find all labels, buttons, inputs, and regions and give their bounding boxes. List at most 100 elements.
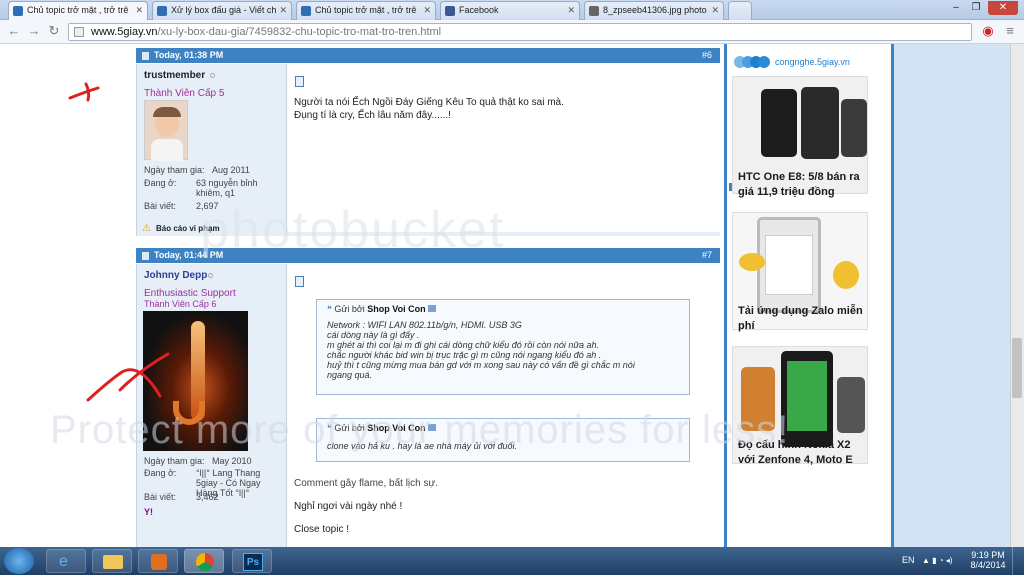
- posts-label: Bài viết:: [144, 492, 177, 502]
- ie-icon: e: [59, 553, 68, 570]
- phone-image: [841, 99, 867, 157]
- media-player-icon: [151, 554, 167, 570]
- yahoo-icon[interactable]: Y!: [144, 507, 153, 517]
- tab-2[interactable]: Xử lý box đấu giá - Viết ch ✕: [152, 1, 292, 20]
- taskbar: e Ps EN ▲ ▮ ◔ ◂) 9:19 PM 8/4/2014: [0, 547, 1024, 575]
- mascot-icon: [833, 261, 859, 289]
- post-line: Đụng tí là cry, Ếch lâu năm đây......!: [294, 110, 451, 121]
- brand-logo-icon: [734, 56, 772, 68]
- post-doc-icon: [295, 276, 304, 287]
- chrome-taskbar-button[interactable]: [184, 549, 224, 573]
- chat-screen: [765, 235, 813, 295]
- opera-extension-icon[interactable]: ◉: [980, 23, 996, 39]
- close-tab-icon[interactable]: ✕: [711, 5, 719, 16]
- url-path: /xu-ly-box-dau-gia/7459832-chu-topic-tro…: [157, 26, 442, 38]
- reload-icon[interactable]: ↻: [46, 23, 62, 39]
- quote-block-1: ❝ Gửi bởi Shop Voi Con Network : WIFI LA…: [316, 299, 690, 395]
- chrome-icon: [196, 553, 214, 571]
- tab-1[interactable]: Chủ topic trở mặt , trở trê ✕: [8, 1, 148, 21]
- close-window-icon[interactable]: ✕: [988, 1, 1018, 15]
- article-title-2[interactable]: Tải ứng dụng Zalo miễn phí: [738, 304, 868, 334]
- offline-status-icon: [208, 273, 213, 278]
- tab-bar: Chủ topic trở mặt , trở trê ✕ Xử lý box đ…: [0, 0, 1024, 21]
- photoshop-taskbar-button[interactable]: Ps: [232, 549, 272, 573]
- post-number[interactable]: #6: [702, 50, 712, 60]
- joined-value: May 2010: [212, 456, 252, 466]
- tab-4[interactable]: Facebook ✕: [440, 1, 580, 20]
- tab-label: Chủ topic trở mặt , trở trê: [27, 5, 129, 15]
- clock-date: 8/4/2014: [970, 560, 1006, 570]
- location-label: Đang ở:: [144, 468, 177, 478]
- handwritten-marks: [68, 82, 170, 402]
- mascot-icon: [739, 253, 765, 271]
- photobucket-icon: [589, 6, 599, 16]
- clock-time: 9:19 PM: [971, 550, 1005, 560]
- post-time: Today, 01:38 PM: [154, 50, 224, 60]
- phone-image: [837, 377, 865, 433]
- site-favicon-icon: [157, 6, 167, 16]
- tab-label: Facebook: [459, 5, 499, 15]
- view-post-icon[interactable]: [428, 305, 437, 312]
- close-tab-icon[interactable]: ✕: [279, 5, 287, 16]
- site-favicon-icon: [301, 6, 311, 16]
- forward-icon[interactable]: →: [26, 23, 42, 39]
- post-number[interactable]: #7: [702, 250, 712, 260]
- phone-image: [801, 87, 839, 159]
- show-desktop-button[interactable]: [1012, 547, 1024, 575]
- quote-header: ❝ Gửi bởi Shop Voi Con: [327, 304, 437, 315]
- close-tab-icon[interactable]: ✕: [135, 5, 143, 16]
- close-tab-icon[interactable]: ✕: [567, 5, 575, 16]
- tab-label: 8_zpseeb41306.jpg photo: [603, 5, 707, 15]
- page-icon: [74, 27, 84, 37]
- mod-comment: Close topic !: [294, 524, 350, 535]
- post-6-header: Today, 01:38 PM #6: [136, 48, 720, 63]
- page-margin-right: [894, 44, 1010, 547]
- location-value: 63 nguyễn bỉnh khiêm, q1: [196, 178, 258, 198]
- tab-label: Xử lý box đấu giá - Viết ch: [171, 5, 277, 15]
- close-tab-icon[interactable]: ✕: [423, 5, 431, 16]
- post-doc-icon: [295, 76, 304, 87]
- joined-value: Aug 2011: [212, 165, 250, 175]
- mod-comment: Nghỉ ngơi vài ngày nhé !: [294, 501, 403, 512]
- quote-text: Network : WIFI LAN 802.11b/g/n, HDMI. US…: [327, 320, 635, 380]
- phone-image: [761, 89, 797, 157]
- article-title-1[interactable]: HTC One E8: 5/8 bán ra giá 11,9 triệu đồ…: [738, 170, 868, 200]
- red-mark-1: [68, 82, 100, 102]
- scrollbar[interactable]: [1010, 44, 1024, 547]
- language-indicator[interactable]: EN: [902, 555, 915, 565]
- explorer-taskbar-button[interactable]: [92, 549, 132, 573]
- quote-prefix: Gửi bởi: [334, 304, 365, 314]
- tab-3[interactable]: Chủ topic trở mặt , trở trê ✕: [296, 1, 436, 20]
- new-tab-button[interactable]: [728, 1, 752, 20]
- post-6-text: Người ta nói Ếch Ngồi Đáy Giếng Kêu To q…: [294, 96, 564, 122]
- mod-comment: Comment gây flame, bất lịch sự.: [294, 478, 438, 489]
- start-button[interactable]: [4, 548, 34, 574]
- site-favicon-icon: [13, 6, 23, 16]
- photoshop-icon: Ps: [243, 553, 263, 571]
- offline-status-icon: [210, 73, 215, 78]
- ie-taskbar-button[interactable]: e: [46, 549, 86, 573]
- watermark-text: Protect more of your memories for less!: [50, 408, 790, 452]
- menu-icon[interactable]: ≡: [1002, 23, 1018, 39]
- phone-screen: [787, 361, 827, 431]
- post-line: Người ta nói Ếch Ngồi Đáy Giếng Kêu To q…: [294, 97, 564, 108]
- joined-label: Ngày tham gia:: [144, 456, 205, 466]
- tab-label: Chủ topic trở mặt , trở trê: [315, 5, 417, 15]
- clock[interactable]: 9:19 PM 8/4/2014: [968, 550, 1008, 570]
- media-taskbar-button[interactable]: [138, 549, 178, 573]
- posts-value: 3,462: [196, 492, 219, 502]
- tab-5[interactable]: 8_zpseeb41306.jpg photo ✕: [584, 1, 724, 20]
- scrollbar-thumb[interactable]: [1012, 338, 1022, 398]
- minimize-icon[interactable]: –: [946, 1, 966, 15]
- watermark-logo: photobucket: [200, 201, 506, 259]
- title-marker: [729, 183, 732, 191]
- url-domain: www.5giay.vn: [91, 26, 158, 38]
- brand-name[interactable]: congnghe.5giay.vn: [775, 57, 850, 67]
- facebook-icon: [445, 6, 455, 16]
- tray-icons[interactable]: ▲ ▮ ◔ ◂): [922, 556, 953, 565]
- maximize-icon[interactable]: ❐: [966, 1, 986, 15]
- back-icon[interactable]: ←: [6, 23, 22, 39]
- quote-author[interactable]: Shop Voi Con: [367, 304, 425, 314]
- address-bar[interactable]: www.5giay.vn/xu-ly-box-dau-gia/7459832-c…: [68, 23, 972, 41]
- folder-icon: [103, 555, 123, 569]
